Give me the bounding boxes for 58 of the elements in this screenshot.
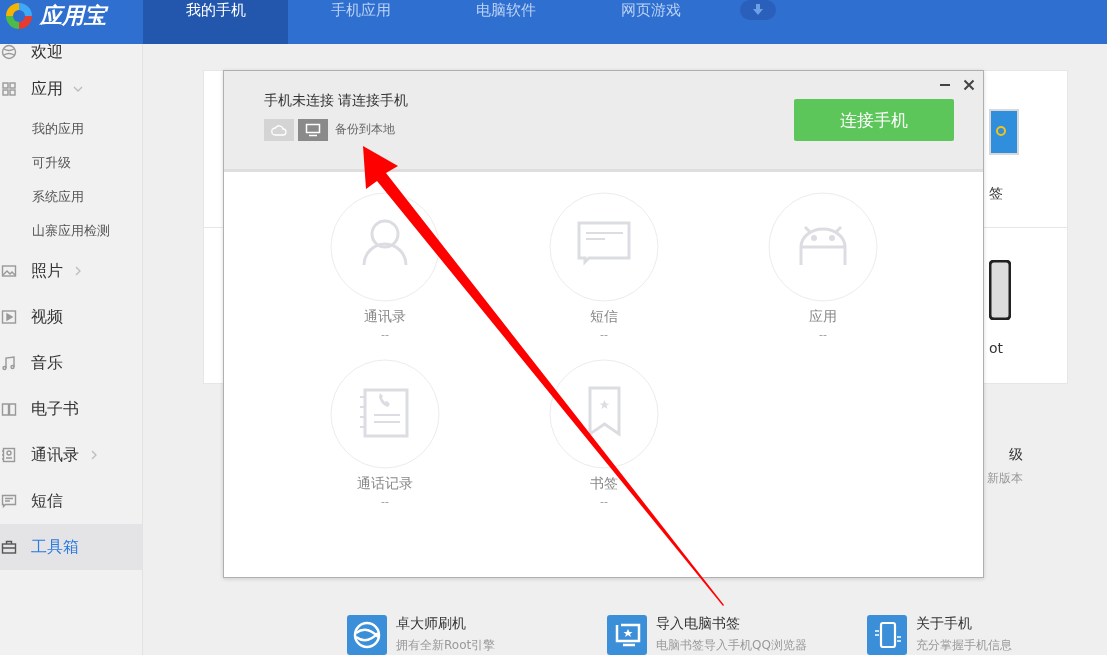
sidebar-icon xyxy=(1,81,17,97)
category-count: -- xyxy=(819,328,827,341)
category-count: -- xyxy=(381,495,389,508)
sidebar-item[interactable]: 照片 xyxy=(0,248,142,294)
close-button[interactable] xyxy=(961,77,977,93)
phone-icon[interactable] xyxy=(867,615,907,655)
tool-subtitle: 拥有全新Root引擎 xyxy=(396,637,496,654)
category-label: 通讯录 xyxy=(364,308,406,326)
category-label: 书签 xyxy=(590,475,618,493)
sidebar-subitem[interactable]: 系统应用 xyxy=(0,180,142,214)
tool-title: 导入电脑书签 xyxy=(656,615,741,633)
sidebar-item[interactable]: 通讯录 xyxy=(0,432,142,478)
sidebar-icon xyxy=(1,263,17,279)
sidebar-icon xyxy=(1,493,17,509)
sidebar-item[interactable]: 视频 xyxy=(0,294,142,340)
download-icon xyxy=(751,3,765,17)
sidebar-subitem[interactable]: 我的应用 xyxy=(0,112,142,146)
backup-label: 备份到本地 xyxy=(335,121,395,138)
sidebar-icon xyxy=(1,447,17,463)
person-icon[interactable] xyxy=(330,192,440,302)
connection-status: 手机未连接 请连接手机 xyxy=(264,91,409,110)
app-tile-icon xyxy=(989,109,1019,155)
sidebar-subitem[interactable]: 可升级 xyxy=(0,146,142,180)
sidebar-item[interactable]: 应用 xyxy=(0,66,142,112)
tool-title: 关于手机 xyxy=(916,615,973,633)
swirl-icon[interactable] xyxy=(347,615,387,655)
category-label: 短信 xyxy=(590,308,618,326)
sidebar-icon xyxy=(1,355,17,371)
sidebar-icon xyxy=(1,401,17,417)
cloud-icon xyxy=(271,123,287,136)
tool-title: 级 xyxy=(1009,446,1023,464)
tool-title: 卓大师刷机 xyxy=(396,615,467,633)
nav-tab[interactable]: 我的手机 xyxy=(143,0,288,44)
sidebar-item[interactable]: 欢迎 xyxy=(0,40,142,64)
sidebar-item[interactable]: 短信 xyxy=(0,478,142,524)
card-label: ot xyxy=(989,339,1004,356)
card-label: 签 xyxy=(989,185,1003,203)
download-button[interactable] xyxy=(740,0,776,20)
category-label: 通话记录 xyxy=(357,475,413,493)
sidebar-icon xyxy=(1,539,17,555)
sidebar-subitem[interactable]: 山寨应用检测 xyxy=(0,214,142,248)
tool-subtitle: 电脑书签导入手机QQ浏览器 xyxy=(656,637,807,654)
category-label: 应用 xyxy=(809,308,837,326)
category-count: -- xyxy=(600,328,608,341)
phone-icon xyxy=(989,259,1011,320)
sidebar-icon xyxy=(1,44,17,60)
category-count: -- xyxy=(381,328,389,341)
sidebar-item[interactable]: 音乐 xyxy=(0,340,142,386)
computer-button[interactable] xyxy=(298,118,328,141)
tool-subtitle: 充分掌握手机信息 xyxy=(916,637,1012,654)
monitor-icon[interactable] xyxy=(607,615,647,655)
monitor-icon xyxy=(305,122,321,137)
category-count: -- xyxy=(600,495,608,508)
sidebar-item[interactable]: 电子书 xyxy=(0,386,142,432)
close-icon xyxy=(963,79,975,91)
tool-subtitle: 新版本 xyxy=(987,470,1023,487)
sidebar-icon xyxy=(1,309,17,325)
bookmark-icon[interactable] xyxy=(549,359,659,469)
